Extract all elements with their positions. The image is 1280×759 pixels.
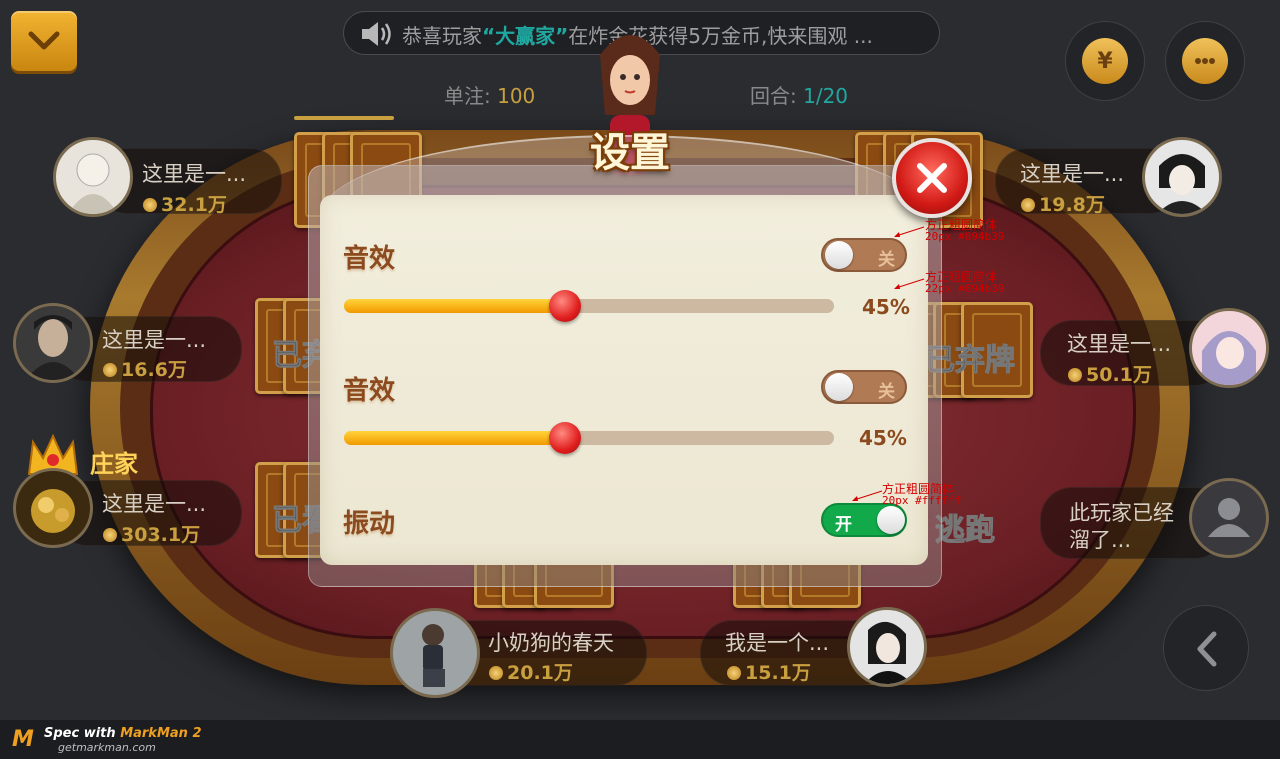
money-bag-icon: ¥ xyxy=(1082,38,1128,84)
player-avatar[interactable] xyxy=(1142,137,1222,217)
round-info: 回合: 1/20 xyxy=(750,84,849,108)
chevron-left-icon xyxy=(1197,631,1217,667)
player-name: 这里是一... xyxy=(102,328,207,352)
coin-icon xyxy=(727,666,741,680)
sound-effect-label: 音效 xyxy=(343,244,396,274)
money-bag-button[interactable]: ¥ xyxy=(1065,21,1145,101)
dialog-title: 设置 xyxy=(590,130,670,176)
player-coins: 20.1万 xyxy=(489,658,573,685)
coin-icon xyxy=(489,666,503,680)
annotation-arrow xyxy=(894,226,925,237)
slider-fill xyxy=(344,299,565,313)
player-coins: 32.1万 xyxy=(143,190,227,217)
coin-icon xyxy=(1021,198,1035,212)
player-avatar[interactable] xyxy=(847,607,927,687)
annotation-arrow xyxy=(894,278,925,289)
chevron-down-icon xyxy=(28,31,60,50)
slider-knob[interactable] xyxy=(548,290,581,322)
markman-url: getmarkman.com xyxy=(58,741,156,754)
coin-icon xyxy=(143,198,157,212)
toggle-knob xyxy=(825,241,853,269)
player-name: 我是一个... xyxy=(725,631,830,655)
player-avatar[interactable] xyxy=(13,303,93,383)
player-avatar[interactable] xyxy=(13,468,93,548)
sound-volume-slider-2[interactable] xyxy=(344,422,834,454)
chat-bubble-icon xyxy=(1182,38,1228,84)
sound-effect-toggle-2[interactable]: 关 xyxy=(821,370,907,404)
player-avatar[interactable] xyxy=(53,137,133,217)
player-coins: 15.1万 xyxy=(727,658,811,685)
coin-icon xyxy=(103,363,117,377)
sound-effect-toggle[interactable]: 关 xyxy=(821,238,907,272)
player-avatar[interactable] xyxy=(1189,478,1269,558)
vibration-label: 振动 xyxy=(343,509,396,539)
toggle-knob xyxy=(877,506,905,534)
coin-icon xyxy=(103,528,117,542)
player-name: 此玩家已经溜了... xyxy=(1069,501,1174,552)
markman-logo: M xyxy=(12,727,34,752)
close-icon xyxy=(917,163,947,193)
player-coins: 19.8万 xyxy=(1021,190,1105,217)
player-coins: 50.1万 xyxy=(1068,360,1152,387)
collapse-menu-button[interactable] xyxy=(11,11,77,71)
player-avatar[interactable] xyxy=(390,608,480,698)
spec-annotation: 方正粗圆简体 20px #894b39 xyxy=(925,218,1005,243)
player-name: 小奶狗的春天 xyxy=(488,631,614,655)
player-name: 这里是一... xyxy=(142,162,247,186)
close-button[interactable] xyxy=(892,138,972,218)
spec-annotation: 方正粗圆简体 20px #ffffff xyxy=(882,482,962,507)
slider-fill xyxy=(344,431,565,445)
sound-volume-value: 45% xyxy=(862,295,910,319)
markman-title: Spec with MarkMan 2 xyxy=(44,726,202,741)
toggle-state-text: 开 xyxy=(835,515,852,535)
back-button[interactable] xyxy=(1163,605,1249,691)
player-name: 这里是一... xyxy=(1067,332,1172,356)
player-name: 这里是一... xyxy=(1020,162,1125,186)
player-name: 这里是一... xyxy=(102,492,207,516)
chat-button[interactable] xyxy=(1165,21,1245,101)
sound-volume-slider[interactable] xyxy=(344,290,834,322)
toggle-knob xyxy=(825,373,853,401)
coin-icon xyxy=(1068,368,1082,382)
player-avatar[interactable] xyxy=(1189,308,1269,388)
bet-underline xyxy=(294,116,394,120)
toggle-state-text: 关 xyxy=(878,382,895,402)
speaker-icon xyxy=(362,22,391,46)
annotation-arrow xyxy=(852,490,883,501)
vibration-toggle[interactable]: 开 xyxy=(821,503,907,537)
player-coins: 16.6万 xyxy=(103,355,187,382)
toggle-state-text: 关 xyxy=(878,250,895,270)
bet-info: 单注: 100 xyxy=(444,84,536,108)
status-escaped-right: 逃跑 xyxy=(935,513,996,549)
spec-annotation: 方正粗圆简体 22px #894b39 xyxy=(925,270,1005,295)
banker-label: 庄家 xyxy=(90,450,138,478)
user-silhouette-icon xyxy=(1208,498,1250,537)
sound-effect-label-2: 音效 xyxy=(343,376,396,406)
slider-knob[interactable] xyxy=(548,422,581,454)
sound-volume-value-2: 45% xyxy=(859,426,907,450)
player-coins: 303.1万 xyxy=(103,520,200,547)
